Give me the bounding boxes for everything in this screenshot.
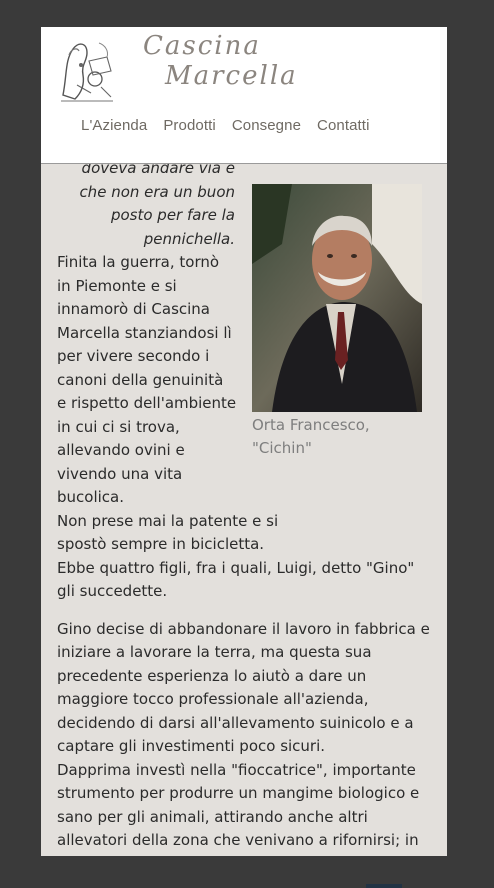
nav-item-azienda[interactable]: L'Azienda	[81, 117, 147, 134]
farm-logo-icon[interactable]	[57, 35, 117, 103]
main-nav: L'Azienda Prodotti Consegne Contatti	[81, 117, 370, 134]
paragraph-bicycle: Non prese mai la patente e si spostò sem…	[57, 511, 279, 554]
brand-name-line2: Marcella	[165, 61, 298, 91]
site-header: Cascina Marcella L'Azienda Prodotti Cons…	[41, 27, 447, 164]
taskbar-indicator	[366, 884, 402, 888]
paragraph-war: Finita la guerra, tornò in Piemonte e si…	[57, 253, 237, 506]
nav-item-contatti[interactable]: Contatti	[317, 117, 370, 134]
paragraph-children: Ebbe quattro figli, fra i quali, Luigi, …	[57, 558, 415, 601]
article-content: doveva andare via e che non era un buon …	[57, 157, 433, 856]
nav-item-consegne[interactable]: Consegne	[232, 117, 301, 134]
portrait-figure: Orta Francesco, "Cichin"	[252, 184, 422, 460]
nav-item-prodotti[interactable]: Prodotti	[163, 117, 216, 134]
page-viewport: Cascina Marcella L'Azienda Prodotti Cons…	[41, 27, 447, 856]
brand-name-line1: Cascina	[143, 31, 261, 61]
quote-text: doveva andare via e che non era un buon …	[79, 159, 235, 248]
brand-wordmark[interactable]: Cascina Marcella	[143, 31, 298, 91]
paragraph-gino: Gino decise di abbandonare il lavoro in …	[57, 619, 430, 756]
portrait-photo	[252, 184, 422, 412]
portrait-caption: Orta Francesco, "Cichin"	[252, 416, 370, 457]
paragraph-fioccatrice: Dapprima investì nella "fioccatrice", im…	[57, 760, 420, 857]
